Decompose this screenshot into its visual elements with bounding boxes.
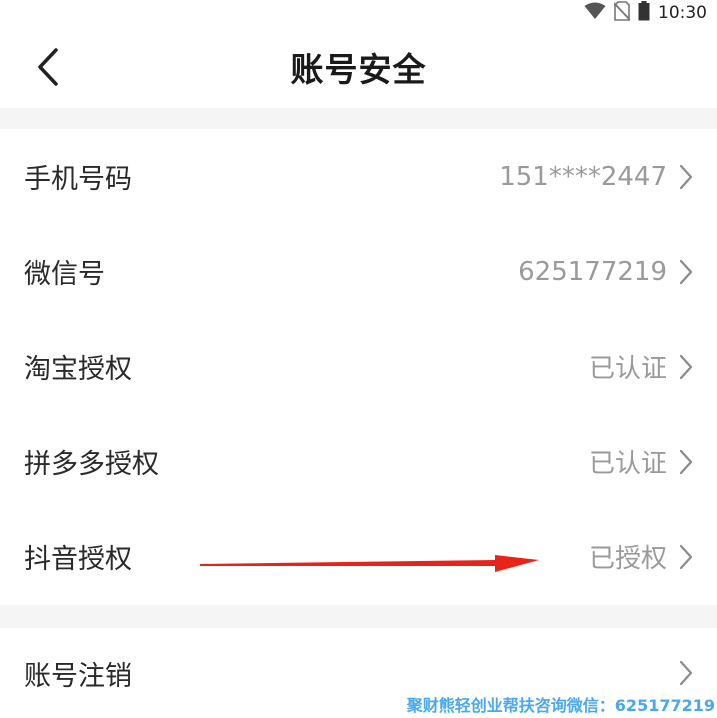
- chevron-right-icon: [679, 354, 693, 380]
- header: 账号安全: [0, 26, 717, 108]
- status-bar: 10:30: [0, 0, 717, 26]
- screen: 10:30 账号安全 手机号码 151****2447 微信号 62517721…: [0, 0, 717, 718]
- no-sim-icon: [613, 1, 631, 25]
- row-label: 微信号: [24, 259, 105, 290]
- annotation-arrow-icon: [200, 555, 539, 572]
- row-value: 625177219: [518, 256, 667, 287]
- page-title: 账号安全: [290, 50, 427, 89]
- row-label: 淘宝授权: [24, 354, 132, 385]
- row-label: 拼多多授权: [24, 449, 159, 480]
- chevron-right-icon: [679, 164, 693, 190]
- settings-row-phone[interactable]: 手机号码 151****2447: [0, 129, 717, 224]
- row-value: 已认证: [588, 354, 667, 384]
- row-value: 已认证: [588, 449, 667, 479]
- row-label: 账号注销: [24, 660, 132, 692]
- settings-row-wechat[interactable]: 微信号 625177219: [0, 224, 717, 319]
- row-value: 已授权: [588, 544, 667, 574]
- chevron-right-icon: [679, 259, 693, 285]
- wifi-icon: [584, 2, 606, 24]
- chevron-left-icon: [38, 48, 58, 86]
- back-button[interactable]: [28, 46, 68, 88]
- chevron-right-icon: [679, 544, 693, 570]
- status-icons: 10:30: [584, 0, 707, 26]
- status-time: 10:30: [658, 3, 707, 23]
- row-label: 手机号码: [24, 164, 132, 195]
- row-value: 151****2447: [499, 161, 667, 192]
- settings-row-taobao[interactable]: 淘宝授权 已认证: [0, 319, 717, 414]
- chevron-right-icon: [679, 449, 693, 475]
- watermark: 聚财熊轻创业帮扶咨询微信：625177219: [406, 696, 715, 715]
- battery-icon: [638, 1, 650, 25]
- settings-row-pinduoduo[interactable]: 拼多多授权 已认证: [0, 414, 717, 509]
- settings-group: 手机号码 151****2447 微信号 625177219 淘宝授权 已认证 …: [0, 129, 717, 605]
- chevron-right-icon: [679, 660, 693, 686]
